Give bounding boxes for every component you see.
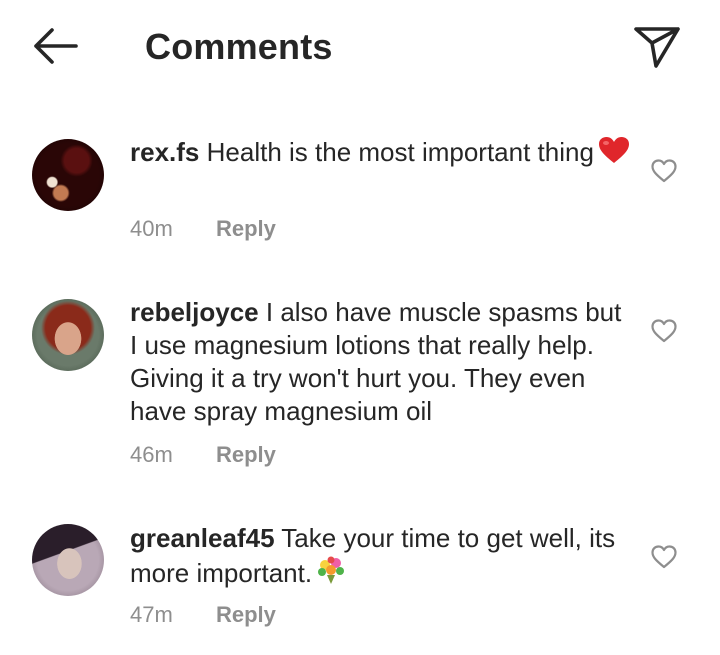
reply-button[interactable]: Reply	[216, 602, 276, 627]
like-button[interactable]	[650, 543, 678, 571]
comment-time: 46m	[130, 442, 173, 467]
heart-icon	[651, 319, 677, 343]
comments-screen: Comments rex.fs Health is the most impor…	[0, 0, 720, 655]
like-button[interactable]	[650, 157, 678, 185]
comment-time: 47m	[130, 602, 173, 627]
bouquet-emoji-icon	[316, 555, 346, 593]
like-button[interactable]	[650, 317, 678, 345]
comment-meta: 40m Reply	[130, 216, 276, 242]
comment-body: rebeljoyce I also have muscle spasms but…	[130, 296, 630, 428]
comment-meta: 47m Reply	[130, 602, 276, 628]
comment-username[interactable]: rex.fs	[130, 137, 199, 167]
comment-body: rex.fs Health is the most important thin…	[130, 136, 630, 172]
back-button[interactable]	[30, 26, 80, 66]
arrow-left-icon	[34, 28, 78, 64]
header: Comments	[0, 0, 720, 92]
comment-time: 40m	[130, 216, 173, 241]
comment-meta: 46m Reply	[130, 442, 276, 468]
heart-icon	[651, 545, 677, 569]
heart-icon	[651, 159, 677, 183]
avatar[interactable]	[32, 139, 104, 211]
reply-button[interactable]: Reply	[216, 442, 276, 467]
heart-emoji-icon	[598, 136, 630, 172]
send-button[interactable]	[632, 24, 682, 70]
avatar[interactable]	[32, 299, 104, 371]
avatar[interactable]	[32, 524, 104, 596]
comment-username[interactable]: rebeljoyce	[130, 297, 259, 327]
page-title: Comments	[145, 26, 333, 67]
reply-button[interactable]: Reply	[216, 216, 276, 241]
comment-username[interactable]: greanleaf45	[130, 523, 275, 553]
comment-text: Health is the most important thing	[206, 137, 594, 167]
comment-body: greanleaf45 Take your time to get well, …	[130, 522, 630, 593]
paper-plane-icon	[634, 27, 680, 68]
